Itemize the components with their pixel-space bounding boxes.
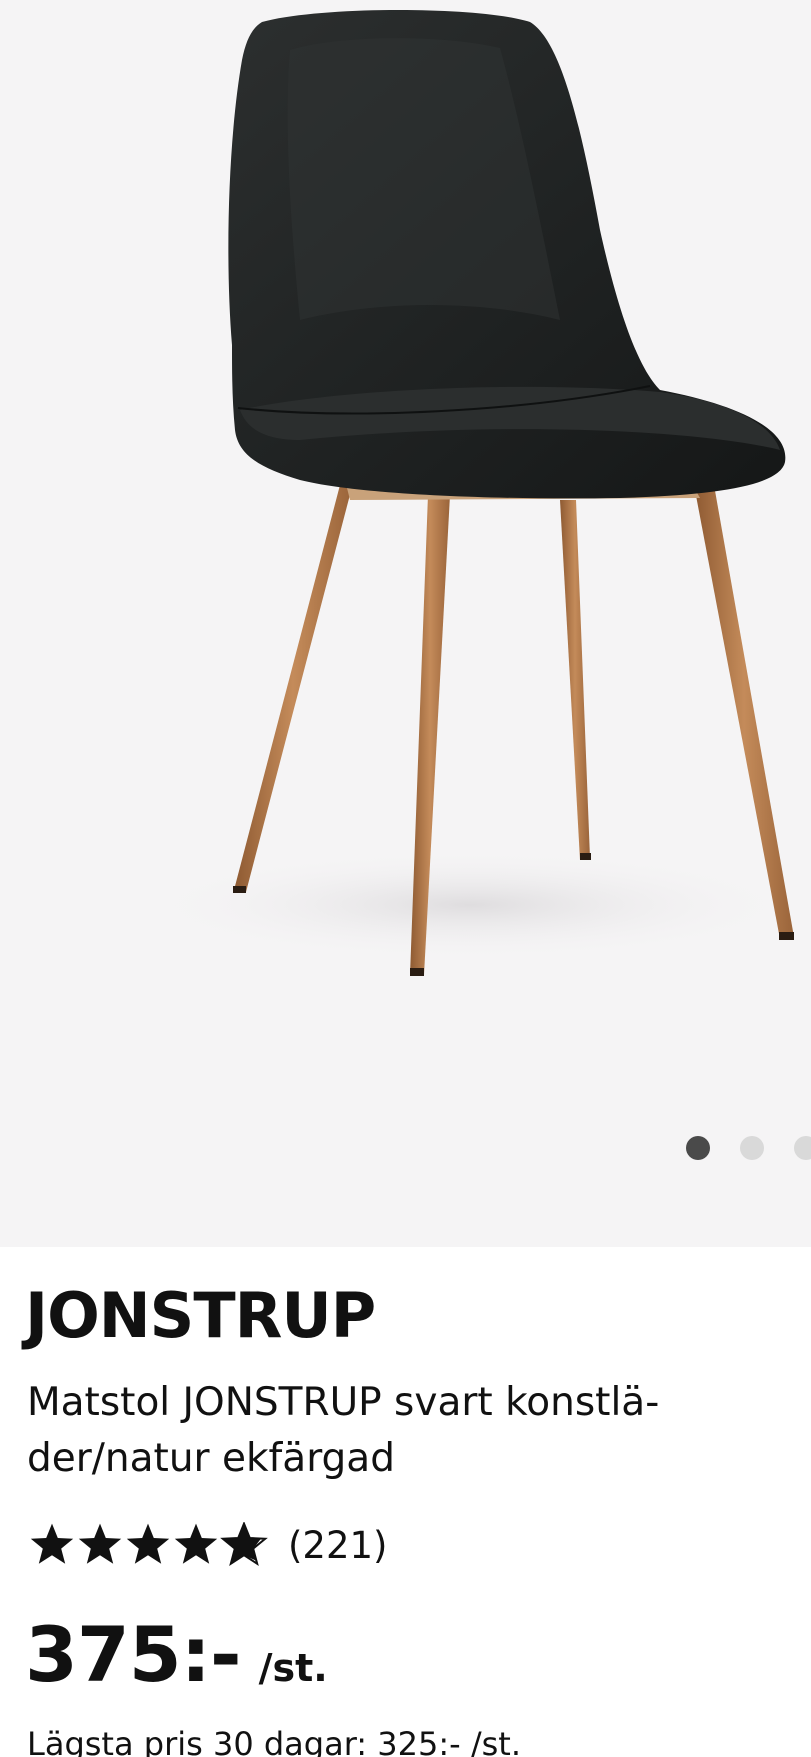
product-page: JONSTRUP Matstol JONSTRUP svart konstlä-… [0, 0, 811, 1757]
carousel-dot-3[interactable] [794, 1136, 811, 1160]
product-description: Matstol JONSTRUP svart konstlä- der/natu… [27, 1380, 660, 1481]
rating-stars [28, 1522, 268, 1568]
lowest-price-30-days: Lägsta pris 30 dagar: 325:- /st. [27, 1725, 521, 1757]
carousel-dot-1[interactable] [686, 1136, 710, 1160]
star-icon [124, 1522, 172, 1568]
star-icon [28, 1522, 76, 1568]
product-price: 375:- /st. [25, 1617, 328, 1693]
star-icon [76, 1522, 124, 1568]
product-image [140, 10, 800, 976]
rating-count: (221) [288, 1523, 388, 1567]
price-unit: /st. [258, 1646, 328, 1690]
price-amount: 375:- [25, 1610, 242, 1699]
star-half-icon [220, 1522, 268, 1568]
product-image-gallery[interactable] [0, 0, 811, 1247]
product-name: JONSTRUP [25, 1279, 376, 1352]
product-info: JONSTRUP Matstol JONSTRUP svart konstlä-… [0, 1247, 811, 1757]
star-icon [172, 1522, 220, 1568]
carousel-dots [686, 1136, 811, 1160]
product-rating[interactable]: (221) [28, 1521, 388, 1569]
carousel-dot-2[interactable] [740, 1136, 764, 1160]
